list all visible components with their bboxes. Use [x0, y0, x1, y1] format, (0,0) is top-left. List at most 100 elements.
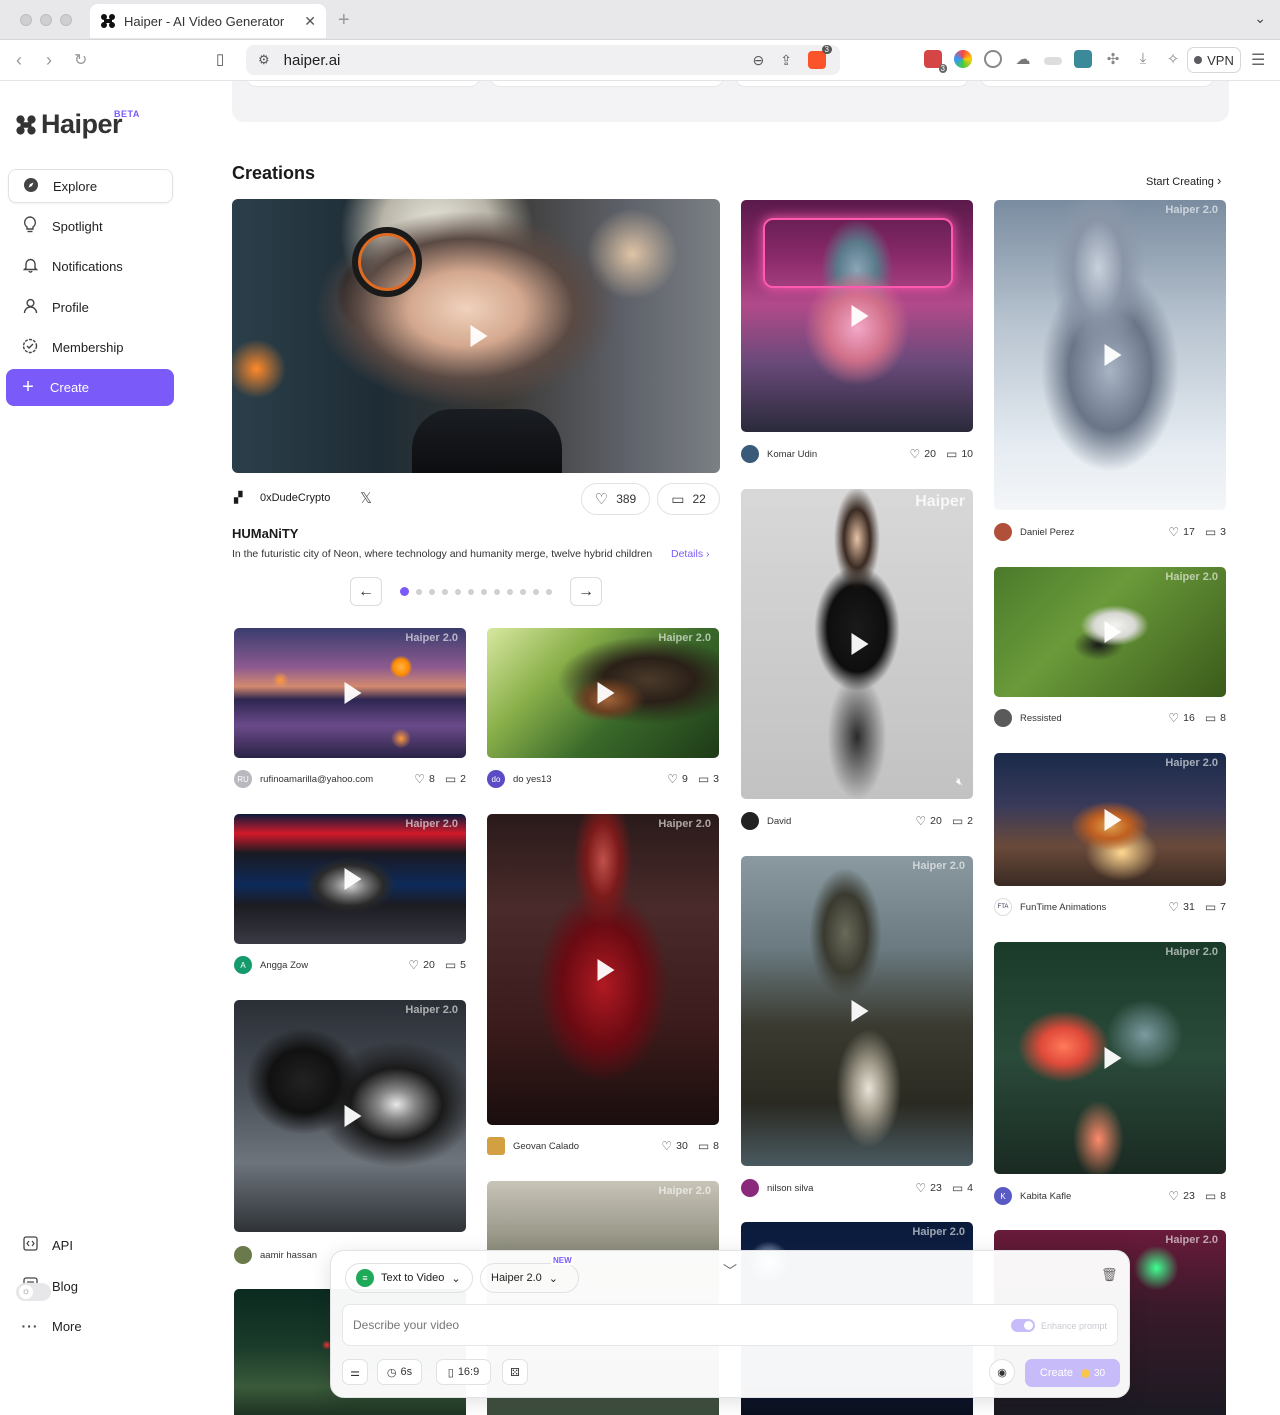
play-icon[interactable] — [851, 633, 869, 655]
new-tab-icon[interactable]: + — [338, 9, 350, 32]
comment-stat[interactable]: ▭ 3 — [698, 772, 719, 786]
extensions-icon[interactable]: ✣ — [1104, 50, 1122, 68]
color-extension-icon[interactable] — [954, 50, 972, 68]
play-icon[interactable] — [1104, 1047, 1122, 1069]
share-icon[interactable]: ⇪ — [780, 52, 792, 69]
model-select[interactable]: Haiper 2.0 ⌄ NEW — [480, 1256, 579, 1293]
details-link[interactable]: Details › — [671, 548, 710, 560]
reload-icon[interactable]: ↻ — [74, 50, 87, 70]
comment-stat[interactable]: ▭ 3 — [1205, 525, 1226, 539]
trash-icon[interactable]: 🗑︎ — [1101, 1267, 1118, 1283]
vpn-button[interactable]: VPN — [1187, 47, 1241, 73]
author-name[interactable]: Ressisted — [1020, 713, 1150, 724]
like-stat[interactable]: ♡ 30 — [661, 1139, 687, 1153]
video-card[interactable]: Haiper 2.0 — [994, 942, 1226, 1174]
featured-video[interactable] — [232, 199, 720, 473]
sidebar-item-more[interactable]: ··· More — [8, 1309, 173, 1343]
comment-stat[interactable]: ▭ 8 — [1205, 711, 1226, 725]
featured-author[interactable]: 0xDudeCrypto — [260, 492, 330, 504]
video-card[interactable]: Haiper 2.0 — [234, 814, 466, 944]
play-icon[interactable] — [1104, 808, 1122, 831]
play-icon[interactable] — [597, 682, 615, 704]
like-stat[interactable]: ♡ 9 — [667, 772, 688, 786]
author-name[interactable]: Komar Udin — [767, 449, 897, 460]
like-stat[interactable]: ♡ 17 — [1168, 525, 1194, 539]
slide-dot[interactable] — [546, 588, 552, 595]
top-card[interactable] — [735, 81, 969, 87]
seed-button[interactable]: ⚄ — [502, 1359, 528, 1385]
sidebar-item-create[interactable]: + Create — [6, 369, 174, 406]
sidebar-item-api[interactable]: API — [8, 1228, 173, 1262]
mode-select[interactable]: ≡ Text to Video ⌄ — [345, 1263, 473, 1293]
video-card[interactable]: Haiper 2.0 — [994, 567, 1226, 697]
video-card[interactable]: Haiper 2.0 — [741, 856, 973, 1166]
sidebar-item-profile[interactable]: Profile — [8, 290, 173, 324]
slide-dot[interactable] — [416, 588, 422, 595]
play-icon[interactable] — [1104, 621, 1122, 643]
address-bar[interactable]: ⚙ haiper.ai ⊖ ⇪ 3 — [246, 45, 840, 75]
slide-dot[interactable] — [520, 588, 526, 595]
author-name[interactable]: Kabita Kafle — [1020, 1191, 1150, 1202]
author-name[interactable]: rufinoamarilla@yahoo.com — [260, 774, 390, 785]
image-extension-icon[interactable] — [1074, 50, 1092, 68]
author-name[interactable]: Daniel Perez — [1020, 527, 1150, 538]
play-icon[interactable] — [851, 305, 869, 327]
comment-stat[interactable]: ▭ 2 — [952, 814, 973, 828]
prompt-input[interactable]: Describe your video Enhance prompt — [342, 1304, 1118, 1346]
cloud-icon[interactable]: ☁ — [1014, 50, 1032, 68]
leo-ai-icon[interactable]: ✧ — [1164, 50, 1182, 68]
window-zoom-icon[interactable] — [60, 14, 72, 26]
comment-stat[interactable]: ▭ 5 — [445, 958, 466, 972]
author-name[interactable]: Angga Zow — [260, 960, 390, 971]
author-name[interactable]: Geovan Calado — [513, 1141, 643, 1152]
like-stat[interactable]: ♡ 20 — [408, 958, 434, 972]
comment-stat[interactable]: ▭ 10 — [946, 447, 973, 461]
comment-button[interactable]: ▭ 22 — [657, 483, 720, 515]
slide-dot[interactable] — [533, 588, 539, 595]
video-card[interactable]: Haiper 2.0 — [487, 628, 719, 758]
like-stat[interactable]: ♡ 20 — [910, 447, 936, 461]
like-stat[interactable]: ♡ 16 — [1168, 711, 1194, 725]
tab-close-icon[interactable]: ✕ — [304, 13, 316, 30]
create-button[interactable]: Create 30 — [1025, 1359, 1120, 1387]
mute-icon[interactable]: 🔇︎ — [956, 776, 963, 789]
haiper-logo[interactable]: Haiper BETA — [15, 109, 139, 140]
tab-extension-icon[interactable] — [1044, 57, 1062, 65]
video-card[interactable]: Haiper 2.0 — [994, 753, 1226, 886]
preview-button[interactable]: ◉ — [989, 1359, 1015, 1385]
toggle-switch[interactable] — [1010, 1319, 1035, 1332]
sidebar-item-explore[interactable]: Explore — [8, 169, 173, 203]
prev-slide-button[interactable]: ← — [350, 577, 382, 606]
slide-dot[interactable] — [481, 588, 487, 595]
window-minimize-icon[interactable] — [40, 14, 52, 26]
video-card[interactable]: Haiper 2.0 — [994, 200, 1226, 510]
like-stat[interactable]: ♡ 20 — [915, 814, 941, 828]
play-icon[interactable] — [470, 325, 488, 347]
comment-stat[interactable]: ▭ 8 — [1205, 1189, 1226, 1203]
author-name[interactable]: nilson silva — [767, 1183, 897, 1194]
like-stat[interactable]: ♡ 31 — [1168, 900, 1194, 914]
forward-icon[interactable]: › — [46, 50, 52, 71]
slide-dot[interactable] — [468, 588, 474, 595]
like-stat[interactable]: ♡ 23 — [1168, 1189, 1194, 1203]
video-card[interactable]: Haiper 🔇︎ — [741, 489, 973, 799]
slide-dot[interactable] — [442, 588, 448, 595]
next-slide-button[interactable]: → — [570, 577, 602, 606]
play-icon[interactable] — [344, 1105, 362, 1127]
bookmark-icon[interactable]: ▯ — [216, 50, 224, 68]
play-icon[interactable] — [344, 682, 362, 704]
brave-shield-icon[interactable]: 3 — [808, 45, 832, 69]
start-creating-link[interactable]: Start Creating › — [1146, 173, 1221, 188]
video-card[interactable]: Haiper 2.0 — [234, 628, 466, 758]
comment-stat[interactable]: ▭ 7 — [1205, 900, 1226, 914]
sidebar-item-spotlight[interactable]: Spotlight — [8, 209, 173, 243]
author-name[interactable]: FunTime Animations — [1020, 902, 1150, 913]
comment-stat[interactable]: ▭ 4 — [952, 1181, 973, 1195]
site-settings-icon[interactable]: ⚙ — [258, 52, 270, 68]
top-card[interactable] — [490, 81, 724, 87]
play-icon[interactable] — [597, 958, 615, 981]
author-name[interactable]: David — [767, 816, 897, 827]
grammar-extension-icon[interactable] — [984, 50, 1002, 68]
slide-dot[interactable] — [494, 588, 500, 595]
ublock-icon[interactable]: 3 — [924, 50, 947, 73]
